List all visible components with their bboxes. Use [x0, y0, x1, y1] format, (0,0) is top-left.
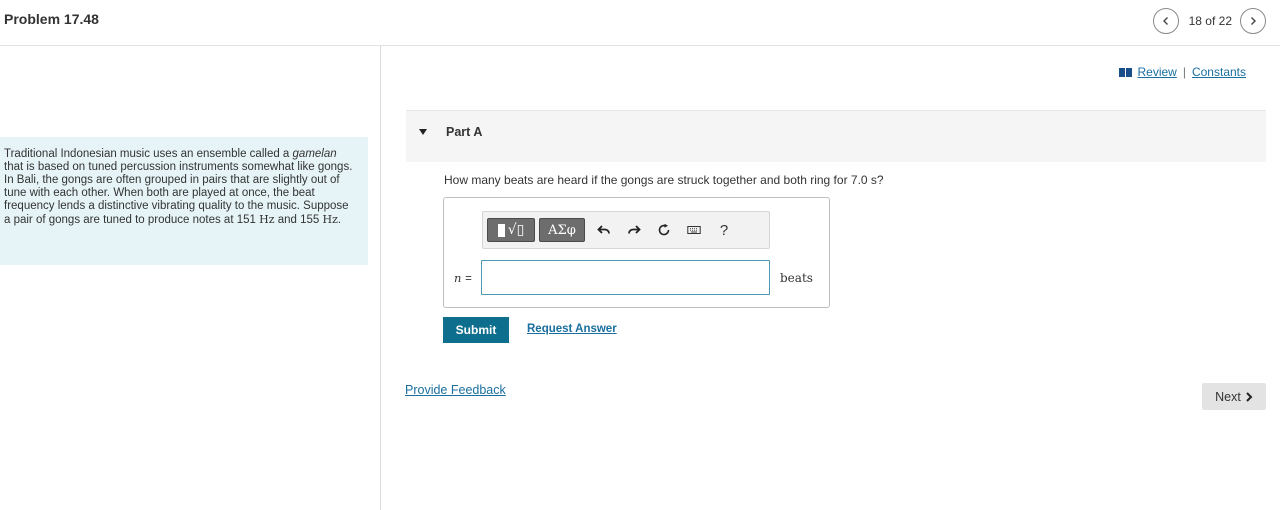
answer-box: √▯ ΑΣφ ? n = beats	[443, 197, 830, 308]
part-a-header[interactable]: Part A	[406, 110, 1266, 162]
problem-title: Problem 17.48	[4, 11, 99, 27]
next-problem-button[interactable]	[1240, 8, 1266, 34]
link-separator: |	[1182, 65, 1186, 79]
book-icon	[1119, 67, 1133, 77]
previous-problem-button[interactable]	[1152, 8, 1179, 34]
intro-unit-2: Hz	[322, 213, 338, 226]
keyboard-button[interactable]	[679, 217, 709, 243]
resource-links: Review | Constants	[1119, 65, 1246, 79]
redo-icon	[628, 225, 641, 234]
provide-feedback-link[interactable]: Provide Feedback	[405, 383, 506, 397]
submit-button[interactable]: Submit	[443, 317, 509, 343]
greek-symbols-button[interactable]: ΑΣφ	[539, 218, 585, 242]
math-toolbar: √▯ ΑΣφ ?	[482, 211, 770, 249]
undo-icon	[597, 225, 610, 234]
template-block-icon	[497, 223, 505, 237]
pager: 18 of 22	[1152, 8, 1266, 34]
intro-text-3: and 155	[277, 214, 320, 226]
answer-unit: beats	[780, 271, 813, 285]
reset-button[interactable]	[649, 217, 679, 243]
chevron-right-icon	[1246, 391, 1253, 402]
undo-button[interactable]	[589, 217, 619, 243]
keyboard-icon	[687, 226, 701, 234]
templates-button[interactable]: √▯	[487, 218, 535, 242]
pager-text: 18 of 22	[1188, 14, 1232, 28]
intro-text-1: Traditional Indonesian music uses an ens…	[4, 148, 290, 160]
reset-icon	[658, 223, 670, 236]
help-button[interactable]: ?	[709, 217, 739, 243]
constants-link[interactable]: Constants	[1192, 65, 1246, 79]
chevron-right-icon	[1251, 17, 1256, 25]
intro-unit-1: Hz	[259, 213, 275, 226]
top-bar: Problem 17.48 18 of 22	[0, 0, 1280, 46]
question-text: How many beats are heard if the gongs ar…	[444, 173, 884, 187]
answer-input[interactable]	[481, 260, 770, 295]
next-button[interactable]: Next	[1202, 383, 1266, 410]
next-label: Next	[1215, 389, 1241, 404]
review-link[interactable]: Review	[1137, 65, 1176, 79]
answer-variable-label: n =	[454, 271, 472, 285]
intro-italic-term: gamelan	[292, 148, 337, 160]
problem-intro: Traditional Indonesian music uses an ens…	[0, 137, 368, 265]
variable-name: n	[454, 271, 462, 285]
chevron-left-icon	[1162, 17, 1168, 25]
caret-down-icon	[419, 129, 427, 135]
column-divider	[380, 46, 381, 510]
request-answer-link[interactable]: Request Answer	[527, 323, 617, 335]
equals-sign: =	[465, 273, 472, 285]
redo-button[interactable]	[619, 217, 649, 243]
intro-text-end: .	[337, 214, 342, 226]
templates-label: √▯	[507, 222, 525, 238]
part-title: Part A	[446, 125, 483, 139]
